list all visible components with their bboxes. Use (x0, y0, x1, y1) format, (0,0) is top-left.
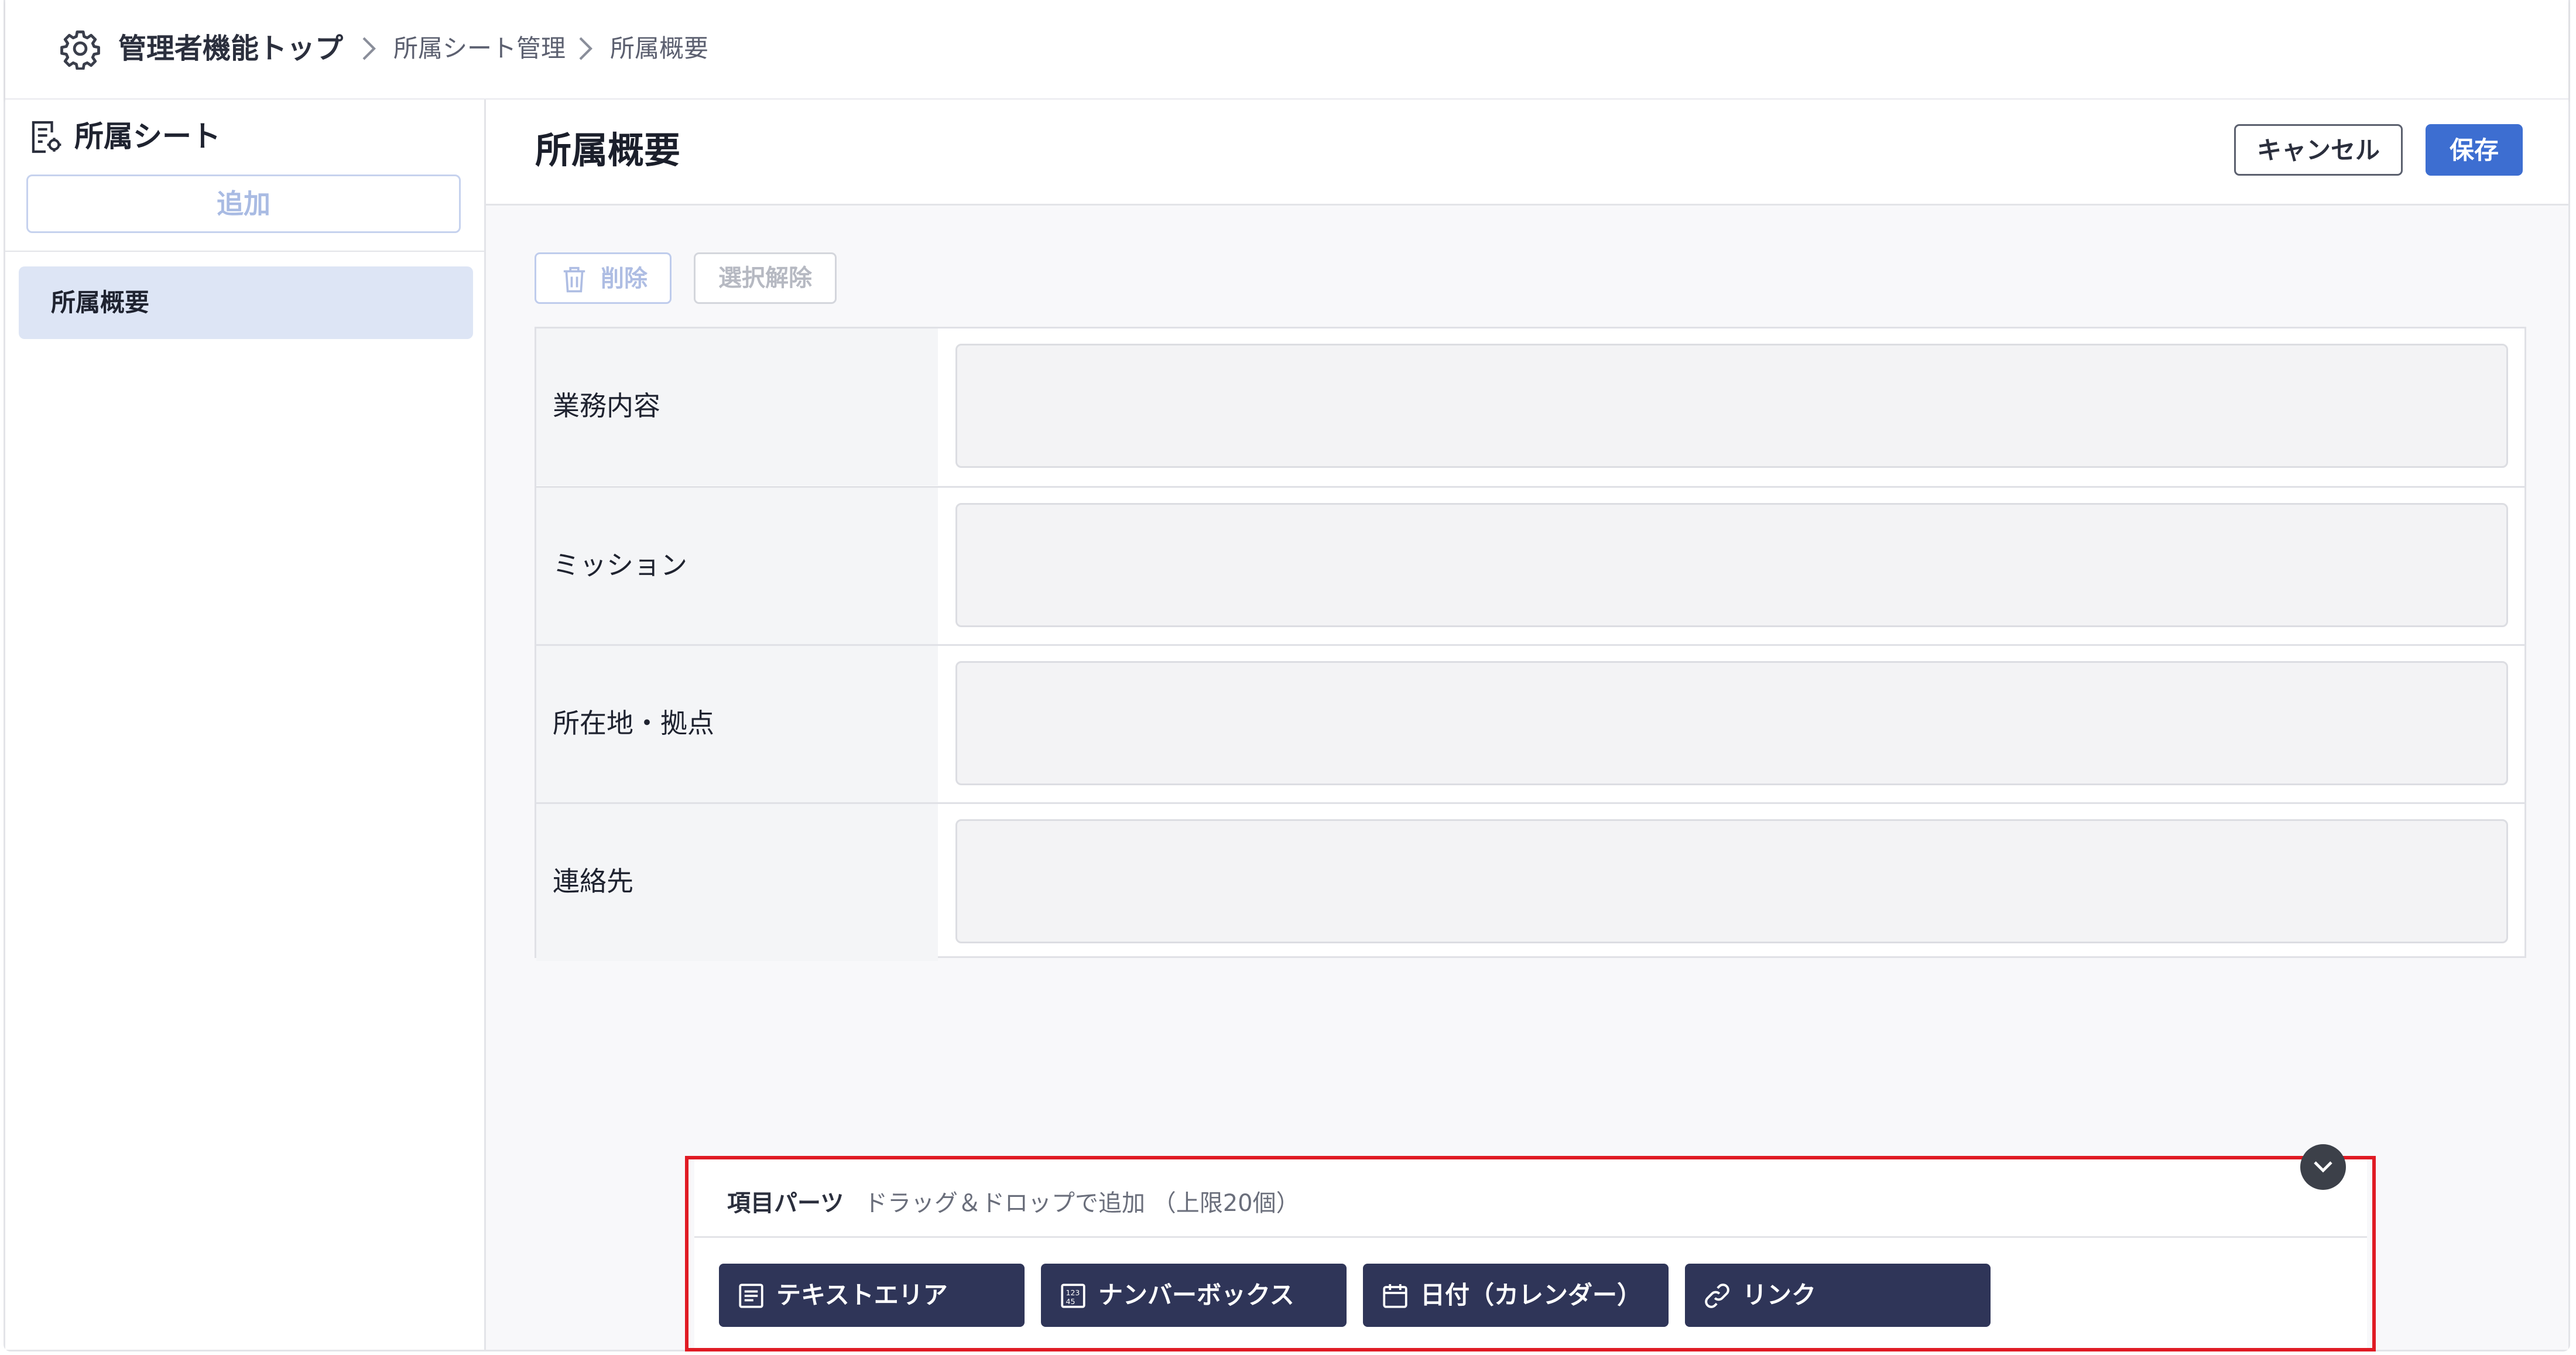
field-label: 連絡先 (553, 865, 633, 897)
field-row[interactable]: 連絡先 (536, 802, 2524, 961)
gear-icon[interactable] (59, 28, 101, 70)
field-input[interactable] (955, 503, 2508, 627)
svg-text:45: 45 (1066, 1297, 1075, 1306)
part-date-calendar[interactable]: 日付（カレンダー） (1363, 1264, 1669, 1327)
fields-table: 業務内容 ミッション 所在地・拠点 連絡先 (535, 327, 2526, 961)
page-title: 所属概要 (535, 129, 681, 172)
part-link[interactable]: リンク (1685, 1264, 1991, 1327)
svg-text:123: 123 (1066, 1288, 1080, 1297)
breadcrumb-admin-top[interactable]: 管理者機能トップ (118, 29, 343, 68)
part-label: 日付（カレンダー） (1420, 1281, 1642, 1309)
part-label: リンク (1742, 1281, 1817, 1309)
field-label: 業務内容 (553, 390, 660, 422)
field-row[interactable]: ミッション (536, 486, 2524, 645)
field-input[interactable] (955, 344, 2508, 468)
field-label-cell: ミッション (536, 488, 938, 645)
field-label-cell: 業務内容 (536, 329, 938, 485)
sidebar: 所属シート 追加 所属概要 (5, 100, 486, 1350)
number-box-icon: 123 45 (1061, 1284, 1085, 1308)
field-row[interactable]: 業務内容 (536, 329, 2524, 485)
text-area-icon (739, 1284, 763, 1308)
add-sheet-button[interactable]: 追加 (26, 174, 461, 233)
part-label: ナンバーボックス (1098, 1281, 1294, 1309)
collapse-palette-button[interactable] (2300, 1144, 2346, 1190)
chevron-right-icon (362, 37, 376, 60)
trash-icon (563, 266, 585, 293)
divider (5, 251, 484, 252)
part-number-box[interactable]: 123 45 ナンバーボックス (1041, 1264, 1347, 1327)
chevron-down-icon (2314, 1161, 2332, 1173)
delete-button[interactable]: 削除 (535, 252, 672, 304)
field-label-cell: 連絡先 (536, 804, 938, 961)
field-label-cell: 所在地・拠点 (536, 646, 938, 803)
header-bar: 管理者機能トップ 所属シート管理 所属概要 (5, 0, 2568, 100)
deselect-button[interactable]: 選択解除 (694, 252, 837, 304)
link-icon (1705, 1284, 1729, 1308)
sidebar-item-overview[interactable]: 所属概要 (19, 266, 473, 339)
part-label: テキストエリア (776, 1281, 948, 1309)
chevron-right-icon (579, 37, 592, 60)
sidebar-item-label: 所属概要 (51, 288, 150, 317)
field-input[interactable] (955, 661, 2508, 785)
field-label: ミッション (553, 549, 687, 581)
cancel-button[interactable]: キャンセル (2234, 124, 2403, 176)
delete-label: 削除 (601, 265, 648, 292)
calendar-icon (1383, 1284, 1407, 1308)
breadcrumb-current: 所属概要 (610, 34, 709, 63)
save-button[interactable]: 保存 (2426, 124, 2523, 176)
sidebar-title: 所属シート (74, 119, 221, 153)
field-input[interactable] (955, 819, 2508, 943)
field-label: 所在地・拠点 (553, 707, 714, 739)
main-header: 所属概要 キャンセル 保存 (486, 100, 2568, 206)
sheet-settings-icon (32, 121, 61, 153)
part-text-area[interactable]: テキストエリア (719, 1264, 1025, 1327)
breadcrumb-sheet-management[interactable]: 所属シート管理 (393, 29, 566, 68)
field-row[interactable]: 所在地・拠点 (536, 644, 2524, 803)
